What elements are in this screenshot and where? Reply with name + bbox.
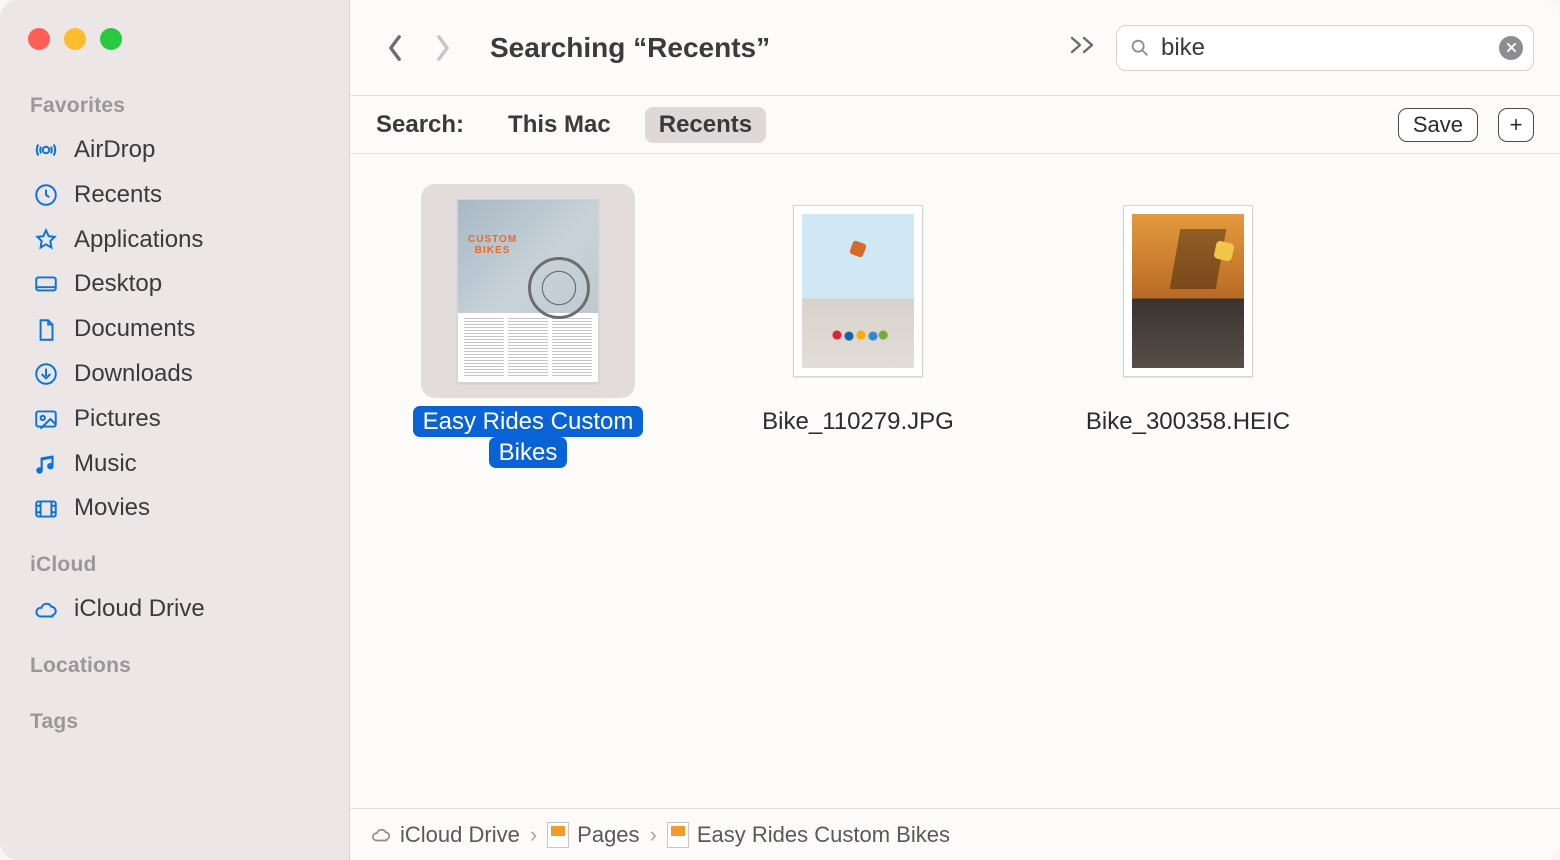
applications-icon: [32, 226, 60, 254]
clock-icon: [32, 181, 60, 209]
scope-option-recents[interactable]: Recents: [645, 107, 766, 143]
file-thumbnail: [751, 184, 965, 398]
sidebar-item-label: Recents: [74, 181, 162, 210]
pages-folder-icon: [547, 822, 569, 848]
search-scope-bar: Search: This Mac Recents Save +: [350, 96, 1560, 154]
pictures-icon: [32, 405, 60, 433]
scope-label: Search:: [376, 111, 464, 139]
scope-option-this-mac[interactable]: This Mac: [494, 107, 625, 143]
path-segment-label: iCloud Drive: [400, 822, 520, 848]
search-field[interactable]: [1116, 25, 1534, 71]
clear-search-button[interactable]: [1499, 36, 1523, 60]
downloads-icon: [32, 360, 60, 388]
path-segment-label: Pages: [577, 822, 639, 848]
movies-icon: [32, 495, 60, 523]
sidebar-item-label: Music: [74, 450, 137, 479]
sidebar-item-music[interactable]: Music: [22, 442, 329, 487]
chevron-right-icon: ›: [530, 822, 537, 848]
airdrop-icon: [32, 136, 60, 164]
sidebar-item-recents[interactable]: Recents: [22, 173, 329, 218]
forward-button[interactable]: [424, 26, 462, 70]
path-bar: iCloud Drive › Pages › Easy Rides Custom…: [350, 808, 1560, 860]
document-icon: [32, 316, 60, 344]
save-search-button[interactable]: Save: [1398, 108, 1478, 142]
search-icon: [1129, 37, 1151, 59]
sidebar-item-label: Documents: [74, 315, 195, 344]
results-grid: CUSTOM BIKES Easy Rides Custom Bikes Bi: [350, 154, 1560, 808]
search-input[interactable]: [1161, 34, 1489, 62]
close-window-button[interactable]: [28, 28, 50, 50]
sidebar: Favorites AirDrop Recents Applications D…: [0, 0, 350, 860]
desktop-icon: [32, 271, 60, 299]
path-segment-pages[interactable]: Pages: [547, 822, 639, 848]
photo-thumbnail: [1123, 205, 1253, 377]
document-thumbnail: CUSTOM BIKES: [457, 199, 599, 383]
sidebar-section-tags: Tags: [30, 710, 321, 734]
sidebar-item-label: AirDrop: [74, 136, 155, 165]
music-icon: [32, 450, 60, 478]
back-button[interactable]: [376, 26, 414, 70]
path-segment-file[interactable]: Easy Rides Custom Bikes: [667, 822, 950, 848]
doc-thumb-title-1: CUSTOM: [468, 234, 517, 245]
sidebar-item-label: Downloads: [74, 360, 193, 389]
pages-document-icon: [667, 822, 689, 848]
file-thumbnail: [1081, 184, 1295, 398]
file-item-bike-110279[interactable]: Bike_110279.JPG: [728, 184, 988, 437]
file-label: Bike_110279.JPG: [762, 406, 954, 437]
window-title: Searching “Recents”: [490, 32, 770, 64]
sidebar-section-favorites: Favorites: [30, 94, 321, 118]
window-controls: [28, 28, 329, 50]
sidebar-section-icloud: iCloud: [30, 553, 321, 577]
add-search-criteria-button[interactable]: +: [1498, 108, 1534, 142]
sidebar-item-applications[interactable]: Applications: [22, 218, 329, 263]
path-segment-label: Easy Rides Custom Bikes: [697, 822, 950, 848]
cloud-icon: [370, 824, 392, 846]
file-item-bike-300358[interactable]: Bike_300358.HEIC: [1058, 184, 1318, 437]
sidebar-item-label: iCloud Drive: [74, 595, 205, 624]
minimize-window-button[interactable]: [64, 28, 86, 50]
sidebar-item-desktop[interactable]: Desktop: [22, 262, 329, 307]
main-area: Searching “Recents” Search: This Mac Rec…: [350, 0, 1560, 860]
toolbar-overflow-button[interactable]: [1068, 32, 1098, 63]
file-label: Easy Rides Custom Bikes: [398, 406, 658, 468]
sidebar-section-locations: Locations: [30, 654, 321, 678]
sidebar-item-pictures[interactable]: Pictures: [22, 397, 329, 442]
sidebar-item-label: Pictures: [74, 405, 161, 434]
doc-thumb-title-2: BIKES: [475, 245, 511, 256]
sidebar-item-downloads[interactable]: Downloads: [22, 352, 329, 397]
path-segment-icloud-drive[interactable]: iCloud Drive: [370, 822, 520, 848]
sidebar-item-airdrop[interactable]: AirDrop: [22, 128, 329, 173]
sidebar-item-label: Applications: [74, 226, 203, 255]
photo-thumbnail: [793, 205, 923, 377]
file-label: Bike_300358.HEIC: [1086, 406, 1290, 437]
sidebar-item-label: Desktop: [74, 270, 162, 299]
file-item-easy-rides[interactable]: CUSTOM BIKES Easy Rides Custom Bikes: [398, 184, 658, 468]
finder-window: Favorites AirDrop Recents Applications D…: [0, 0, 1560, 860]
toolbar: Searching “Recents”: [350, 0, 1560, 96]
sidebar-item-label: Movies: [74, 494, 150, 523]
cloud-icon: [32, 596, 60, 624]
zoom-window-button[interactable]: [100, 28, 122, 50]
file-thumbnail: CUSTOM BIKES: [421, 184, 635, 398]
sidebar-item-movies[interactable]: Movies: [22, 486, 329, 531]
sidebar-item-documents[interactable]: Documents: [22, 307, 329, 352]
sidebar-item-icloud-drive[interactable]: iCloud Drive: [22, 587, 329, 632]
chevron-right-icon: ›: [650, 822, 657, 848]
